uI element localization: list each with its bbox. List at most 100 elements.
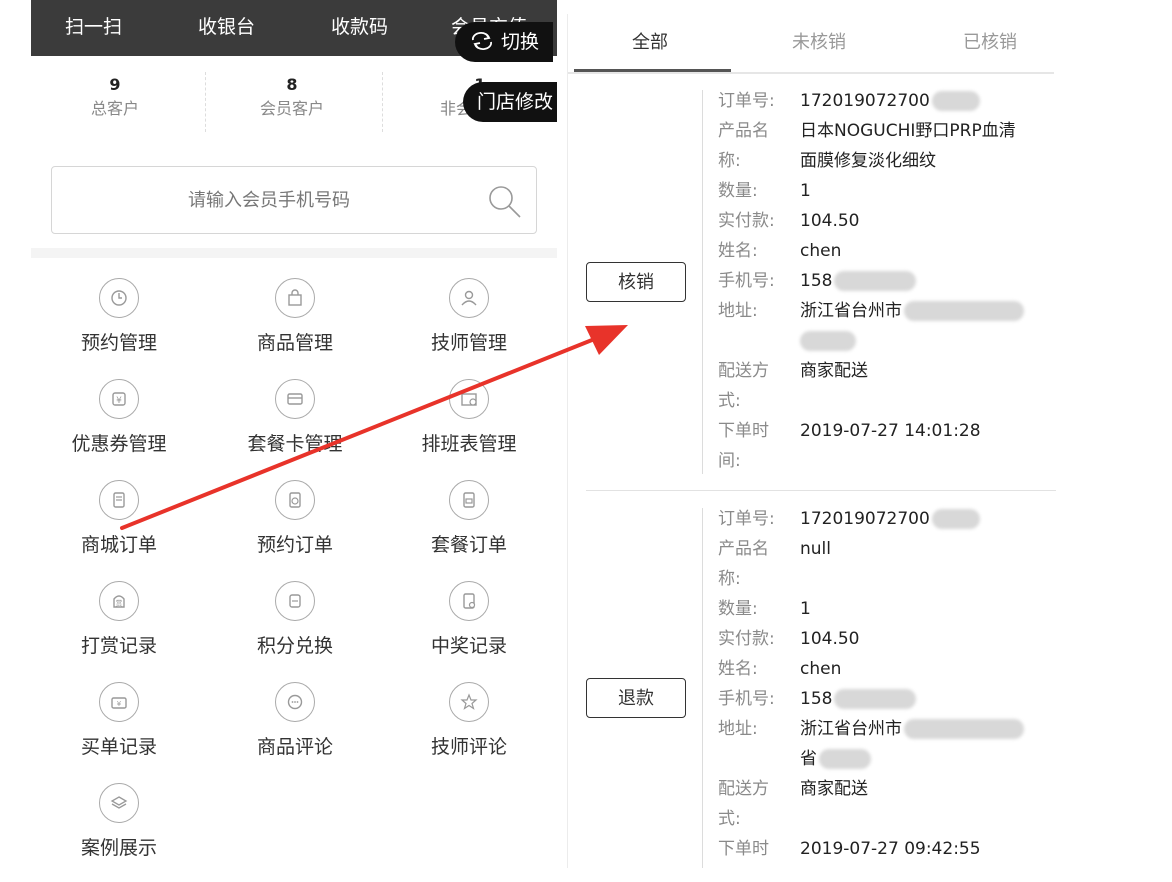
delivery-row: 配送方 商家配送 [718, 774, 868, 804]
address-cont: 省 [800, 749, 817, 769]
delivery-row: 配送方 商家配送 [718, 356, 868, 386]
menu-item-coupon[interactable]: ¥ 优惠券管理 [31, 379, 207, 456]
tab-verified[interactable]: 已核销 [963, 28, 1017, 54]
menu-item-prize-record[interactable]: 中奖记录 [381, 581, 557, 658]
package-order-icon [449, 480, 489, 520]
menu-item-package-order[interactable]: 套餐订单 [381, 480, 557, 557]
menu-item-product[interactable]: 商品管理 [207, 278, 383, 355]
menu-item-technician-review[interactable]: 技师评论 [381, 682, 557, 759]
order-number: 172019072700 [800, 91, 930, 111]
menu-item-label: 技师管理 [430, 332, 507, 354]
menu-item-technician[interactable]: 技师管理 [381, 278, 557, 355]
refund-button[interactable]: 退款 [586, 678, 686, 718]
redacted-blur [931, 509, 980, 529]
menu-item-case-showcase[interactable]: 案例展示 [31, 783, 207, 860]
paid-amount: 104.50 [800, 629, 860, 649]
delivery-label-cont: 式: [718, 391, 741, 411]
order-time-row: 下单时 2019-07-27 14:01:28 [718, 416, 981, 446]
menu-item-points-exchange[interactable]: 积分兑换 [207, 581, 383, 658]
svg-text:赏: 赏 [116, 599, 123, 608]
quantity: 1 [800, 181, 811, 201]
paid-row: 实付款: 104.50 [718, 624, 859, 654]
card-icon [275, 379, 315, 419]
paid-amount: 104.50 [800, 211, 860, 231]
tab-all[interactable]: 全部 [632, 28, 668, 54]
menu-item-schedule[interactable]: 排班表管理 [381, 379, 557, 456]
payment-code-button[interactable]: 收款码 [331, 12, 388, 39]
quantity-row: 数量: 1 [718, 176, 811, 206]
order-icon [99, 480, 139, 520]
menu-item-label: 套餐订单 [430, 534, 507, 556]
redacted-blur [904, 301, 1024, 321]
menu-item-mall-order[interactable]: 商城订单 [31, 480, 207, 557]
address-row: 地址: 浙江省台州市 [718, 296, 1024, 326]
product-name-label: 产品名 [718, 539, 769, 559]
order-number-label: 订单号: [718, 509, 775, 529]
menu-item-label: 优惠券管理 [71, 433, 167, 455]
menu-item-label: 商品评论 [256, 736, 333, 758]
switch-label: 切换 [501, 31, 540, 53]
order-number: 172019072700 [800, 509, 930, 529]
technician-icon [449, 278, 489, 318]
prize-icon [449, 581, 489, 621]
verify-button[interactable]: 核销 [586, 262, 686, 302]
stats-divider [205, 72, 206, 132]
phone-label: 手机号: [718, 271, 775, 291]
menu-item-payment-record[interactable]: ¥ 买单记录 [31, 682, 207, 759]
member-customers-stat[interactable]: 8 会员客户 [237, 74, 347, 122]
switch-button[interactable]: 切换 [455, 22, 554, 62]
address: 浙江省台州市 [800, 301, 902, 321]
menu-item-label: 积分兑换 [256, 635, 333, 657]
customer-name-row: 姓名: chen [718, 654, 841, 684]
total-customers-count: 9 [109, 75, 121, 94]
points-icon [275, 581, 315, 621]
menu-item-reward-record[interactable]: 赏打赏记录 [31, 581, 207, 658]
tab-unverified[interactable]: 未核销 [792, 28, 846, 54]
svg-text:¥: ¥ [116, 396, 122, 406]
cashier-button[interactable]: 收银台 [198, 12, 255, 39]
menu-item-label: 预约管理 [80, 332, 157, 354]
stats-divider [382, 72, 383, 132]
phone-label: 手机号: [718, 689, 775, 709]
redacted-blur [819, 749, 871, 769]
menu-item-appointment[interactable]: 预约管理 [31, 278, 207, 355]
store-edit-button[interactable]: 门店修改 [463, 82, 557, 122]
redacted-blur [931, 91, 980, 111]
phone-number: 158 [800, 271, 833, 291]
order-time-row: 下单时 2019-07-27 09:42:55 [718, 834, 981, 864]
reward-icon: 赏 [99, 581, 139, 621]
address-label: 地址: [718, 301, 758, 321]
menu-item-booking-order[interactable]: 预约订单 [207, 480, 383, 557]
menu-item-label: 中奖记录 [430, 635, 507, 657]
total-customers-stat[interactable]: 9 总客户 [65, 74, 165, 122]
menu-item-label: 排班表管理 [421, 433, 517, 455]
redacted-blur [904, 719, 1024, 739]
product-name: null [800, 539, 831, 559]
menu-item-label: 预约订单 [256, 534, 333, 556]
schedule-icon [449, 379, 489, 419]
search-icon[interactable] [486, 183, 522, 223]
member-phone-search-input[interactable] [52, 167, 486, 235]
product-name-row-2: 称: 面膜修复淡化细纹 [718, 146, 936, 176]
bag-icon [275, 278, 315, 318]
menu-item-product-review[interactable]: 商品评论 [207, 682, 383, 759]
comment-icon [275, 682, 315, 722]
star-icon [449, 682, 489, 722]
menu-item-label: 商城订单 [80, 534, 157, 556]
redacted-blur [834, 271, 917, 291]
order-time-row-2: 间: [718, 446, 800, 476]
customer-name-label: 姓名: [718, 241, 758, 261]
order-number-row: 订单号: 172019072700 [718, 86, 980, 116]
paid-label: 实付款: [718, 211, 775, 231]
svg-text:¥: ¥ [117, 700, 122, 708]
member-customers-label: 会员客户 [259, 99, 324, 118]
address: 浙江省台州市 [800, 719, 902, 739]
product-name-row-2: 称: [718, 564, 800, 594]
menu-item-package-card[interactable]: 套餐卡管理 [207, 379, 383, 456]
menu-item-label: 技师评论 [430, 736, 507, 758]
scan-button[interactable]: 扫一扫 [65, 12, 122, 39]
quantity-label: 数量: [718, 181, 758, 201]
function-menu-grid: 预约管理 商品管理 技师管理 ¥ 优惠券管理 套餐卡管理 排班表管理商城订单 预约订单 套餐订单… [31, 258, 557, 868]
quantity: 1 [800, 599, 811, 619]
phone-row: 手机号: 158 [718, 684, 917, 714]
